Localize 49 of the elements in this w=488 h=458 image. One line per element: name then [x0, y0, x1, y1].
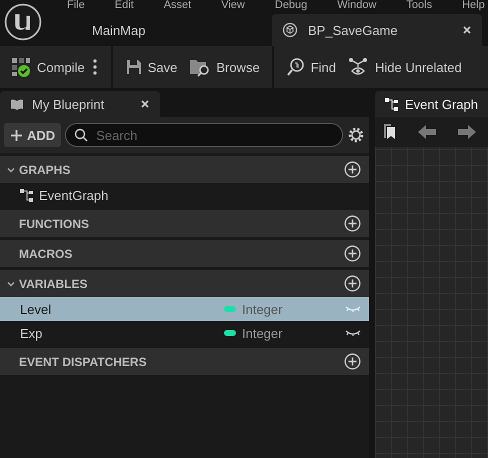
- browse-folder-icon: [190, 60, 210, 77]
- menu-item[interactable]: Edit: [114, 0, 134, 12]
- back-arrow-icon[interactable]: [417, 124, 437, 140]
- section-header[interactable]: MACROS: [0, 240, 369, 267]
- find-button[interactable]: Find: [280, 57, 342, 77]
- settings-icon[interactable]: [347, 126, 365, 144]
- graph-icon: [385, 98, 398, 110]
- forward-arrow-icon[interactable]: [457, 124, 477, 140]
- hide-button[interactable]: Hide Unrelated: [342, 57, 468, 77]
- add-icon[interactable]: [344, 275, 361, 292]
- book-icon: [10, 98, 24, 110]
- logo-icon[interactable]: [3, 2, 43, 42]
- search-field[interactable]: Search: [65, 123, 343, 147]
- more-options-icon[interactable]: [92, 59, 97, 75]
- plus-icon: [10, 128, 23, 142]
- add-icon[interactable]: [344, 245, 361, 262]
- document-tab[interactable]: BP_SaveGame: [272, 14, 482, 46]
- browse-button[interactable]: Browse: [183, 57, 266, 77]
- search-icon: [286, 58, 304, 76]
- variable-row[interactable]: Level Integer: [0, 297, 369, 321]
- add-button[interactable]: ADD: [4, 123, 62, 147]
- menu-item[interactable]: File: [67, 0, 85, 12]
- hide-unrelated-icon: [348, 58, 367, 75]
- compile-button[interactable]: Compile: [0, 56, 91, 78]
- menu-item[interactable]: View: [221, 0, 245, 12]
- document-tab[interactable]: MainMap: [47, 14, 272, 46]
- blueprint-icon: [282, 22, 298, 38]
- add-icon[interactable]: [344, 161, 361, 178]
- save-button[interactable]: Save: [118, 58, 184, 76]
- menu-item[interactable]: Tools: [406, 0, 432, 12]
- close-icon[interactable]: [462, 25, 472, 35]
- add-icon[interactable]: [344, 215, 361, 232]
- section-header[interactable]: EVENT DISPATCHERS: [0, 348, 369, 375]
- section-header[interactable]: VARIABLES: [0, 270, 369, 297]
- menu-item[interactable]: Window: [337, 0, 376, 12]
- panel-tab[interactable]: My Blueprint: [0, 91, 160, 117]
- compile-status-icon: [12, 58, 30, 77]
- menu-item[interactable]: Asset: [164, 0, 192, 12]
- section-header[interactable]: FUNCTIONS: [0, 210, 369, 237]
- close-icon[interactable]: [140, 99, 150, 109]
- add-icon[interactable]: [344, 353, 361, 370]
- save-icon: [126, 60, 141, 74]
- graph-tab[interactable]: Event Graph: [375, 91, 488, 117]
- menu-item[interactable]: Debug: [274, 0, 308, 12]
- graph-icon: [20, 188, 33, 202]
- section-header[interactable]: GRAPHS: [0, 156, 369, 183]
- closed-eye-icon[interactable]: [345, 329, 361, 337]
- menu-item[interactable]: Help: [462, 0, 485, 12]
- bookmark-icon[interactable]: [383, 123, 397, 141]
